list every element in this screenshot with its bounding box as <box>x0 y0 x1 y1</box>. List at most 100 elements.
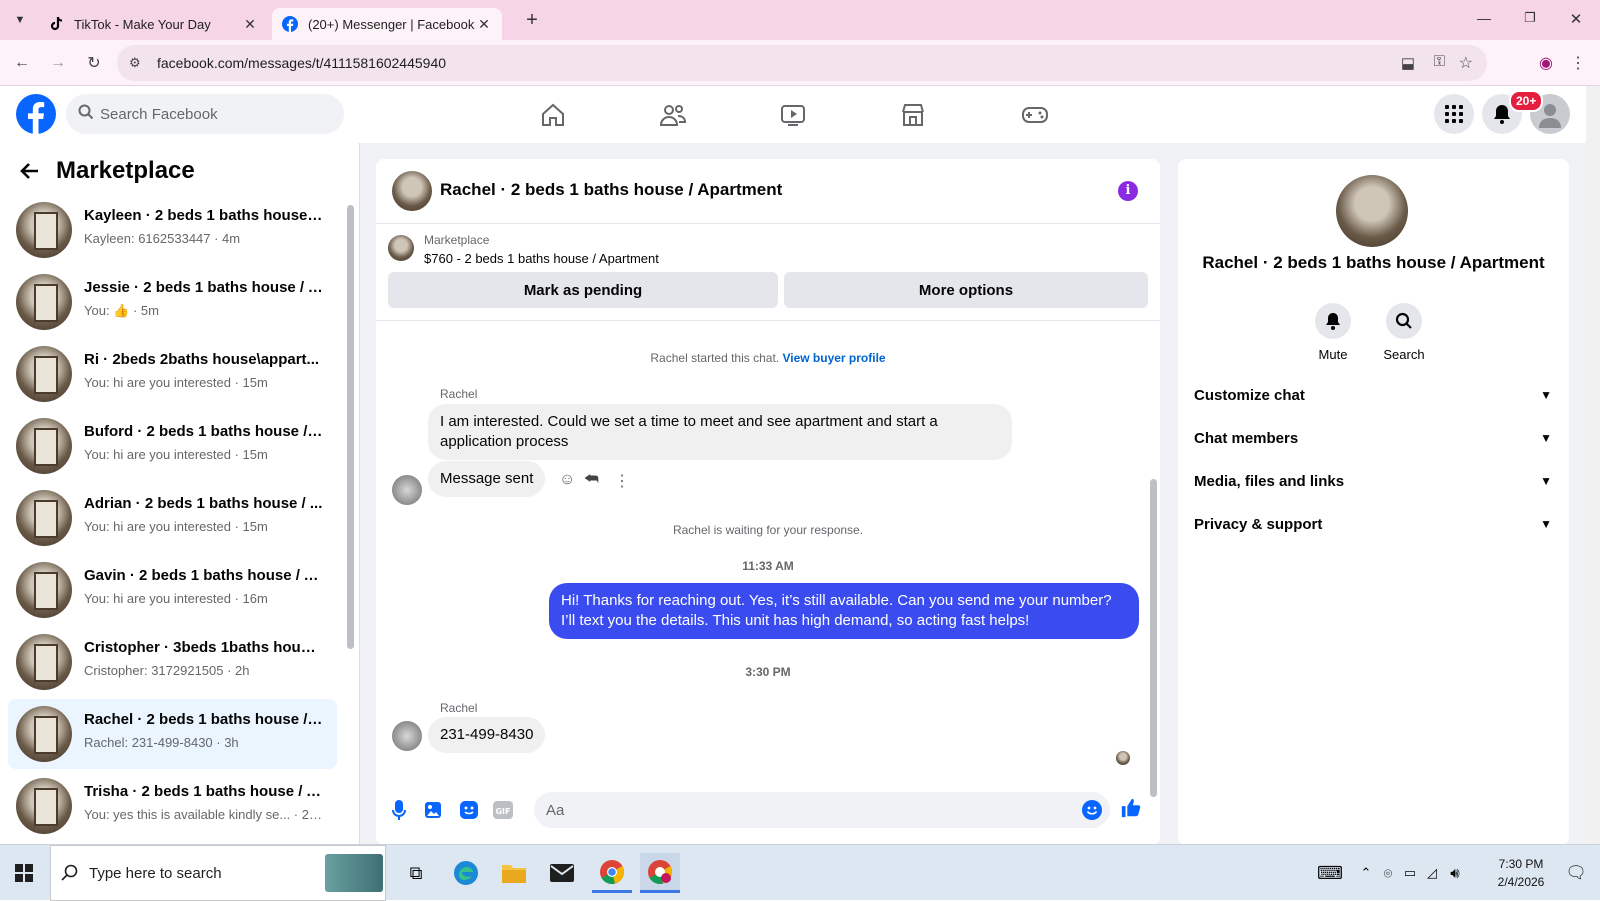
home-icon[interactable] <box>538 100 568 130</box>
chat-members-section[interactable]: Chat members ▼ <box>1194 418 1554 458</box>
bookmark-star-icon[interactable]: ☆ <box>1459 53 1473 73</box>
conversation-snippet: You: yes this is available kindly se... … <box>84 807 324 822</box>
more-options-button[interactable]: More options <box>784 272 1148 308</box>
conversation-title: Adrian · 2 beds 1 baths house / ... <box>84 495 323 512</box>
file-explorer-icon[interactable] <box>494 853 534 893</box>
conversation-item[interactable]: Rachel · 2 beds 1 baths house / ... Rache… <box>8 699 337 769</box>
chat-avatar[interactable] <box>392 171 432 211</box>
back-arrow-icon[interactable] <box>18 159 46 187</box>
windows-start-icon[interactable] <box>4 853 44 893</box>
facebook-icon <box>282 16 298 32</box>
conversation-avatar[interactable] <box>1336 175 1408 247</box>
chrome-icon[interactable] <box>592 853 632 893</box>
keyboard-icon[interactable]: ⌨ <box>1310 853 1350 893</box>
site-info-icon[interactable]: ⚙ <box>129 55 141 71</box>
view-buyer-profile-link[interactable]: View buyer profile <box>782 351 885 365</box>
apps-menu-icon[interactable] <box>1434 94 1474 134</box>
browser-menu-icon[interactable]: ⋮ <box>1566 51 1590 75</box>
install-app-icon[interactable]: ⬓ <box>1401 54 1415 72</box>
volume-icon[interactable]: 🔊︎ <box>1444 853 1466 893</box>
like-thumb-icon[interactable] <box>1120 797 1142 819</box>
conversation-item[interactable]: Jessie · 2 beds 1 baths house / A... You:… <box>8 267 337 337</box>
close-tab-icon[interactable]: ✕ <box>242 16 258 32</box>
sticker-icon[interactable] <box>458 799 480 821</box>
incoming-message[interactable]: Message sent <box>428 461 546 497</box>
tab-list-dropdown-icon[interactable]: ▼ <box>10 10 30 30</box>
forward-icon[interactable]: → <box>46 51 70 75</box>
emoji-icon[interactable] <box>1082 800 1102 824</box>
search-icon <box>78 104 94 124</box>
chrome-profile-icon[interactable] <box>640 853 680 893</box>
system-clock[interactable]: 7:30 PM 2/4/2026 <box>1486 855 1556 891</box>
sender-avatar[interactable] <box>392 475 422 505</box>
mail-icon[interactable] <box>542 853 582 893</box>
conversation-item[interactable]: Ri · 2beds 2baths house\appart... You: hi… <box>8 339 337 409</box>
react-emoji-icon[interactable]: ☺ <box>559 471 575 489</box>
search-highlights-image[interactable] <box>325 854 383 892</box>
listing-title[interactable]: $760 - 2 beds 1 baths house / Apartment <box>424 251 659 266</box>
svg-text:GIF: GIF <box>495 807 510 816</box>
marketplace-icon[interactable] <box>898 100 928 130</box>
profile-icon[interactable]: ◉ <box>1534 51 1558 75</box>
reply-icon[interactable]: ⮪ <box>584 471 599 489</box>
tab-tiktok[interactable]: TikTok - Make Your Day ✕ <box>38 8 268 40</box>
listing-thumbnail[interactable] <box>388 235 414 261</box>
sender-name: Rachel <box>440 387 478 401</box>
tab-messenger[interactable]: (20+) Messenger | Facebook ✕ <box>272 8 502 40</box>
conversation-item[interactable]: Buford · 2 beds 1 baths house / ... You: … <box>8 411 337 481</box>
reload-icon[interactable]: ↻ <box>82 51 106 75</box>
close-tab-icon[interactable]: ✕ <box>476 16 492 32</box>
microphone-icon[interactable] <box>388 799 410 821</box>
conversation-info-icon[interactable]: i <box>1118 181 1138 201</box>
conversation-item[interactable]: Adrian · 2 beds 1 baths house / ... You: … <box>8 483 337 553</box>
conversation-item[interactable]: Trisha · 2 beds 1 baths house / A... You:… <box>8 771 337 841</box>
mute-button[interactable]: Mute <box>1298 303 1368 362</box>
more-actions-icon[interactable]: ⋮ <box>614 471 630 491</box>
photo-icon[interactable] <box>422 799 444 821</box>
media-files-links-section[interactable]: Media, files and links ▼ <box>1194 461 1554 501</box>
conversation-item[interactable]: Gavin · 2 beds 1 baths house / A... You: … <box>8 555 337 625</box>
conversation-item[interactable]: Cristopher · 3beds 1baths house... Cristo… <box>8 627 337 697</box>
address-bar[interactable]: ⚙ facebook.com/messages/t/41115816024459… <box>117 45 1487 81</box>
friends-icon[interactable] <box>658 100 688 130</box>
video-icon[interactable] <box>778 100 808 130</box>
outgoing-message[interactable]: Hi! Thanks for reaching out. Yes, it’s s… <box>549 583 1139 639</box>
incoming-message[interactable]: I am interested. Could we set a time to … <box>428 404 1012 460</box>
customize-chat-section[interactable]: Customize chat ▼ <box>1194 375 1554 415</box>
message-thread: Rachel started this chat. View buyer pro… <box>376 320 1160 773</box>
taskbar-search-input[interactable]: Type here to search <box>50 845 386 901</box>
task-view-icon[interactable]: ⧉ <box>396 853 436 893</box>
chat-title[interactable]: Rachel · 2 beds 1 baths house / Apartmen… <box>440 180 782 200</box>
new-tab-button[interactable]: + <box>520 8 544 32</box>
conversation-details-panel: Rachel · 2 beds 1 baths house / Apartmen… <box>1178 159 1569 845</box>
minimize-button[interactable]: — <box>1474 10 1494 30</box>
close-window-button[interactable]: ✕ <box>1566 10 1586 30</box>
page-scrollbar[interactable] <box>1586 86 1600 844</box>
sidebar-title: Marketplace <box>56 157 195 184</box>
search-in-conversation-button[interactable]: Search <box>1369 303 1439 362</box>
windows-taskbar: Type here to search ⧉ ⌨ ⌃ ⌾ ▭ ◿ 🔊︎ 7:30 … <box>0 844 1600 901</box>
mark-as-pending-button[interactable]: Mark as pending <box>388 272 778 308</box>
facebook-search-input[interactable]: Search Facebook <box>66 94 344 134</box>
sidebar-scrollbar[interactable] <box>347 205 354 649</box>
camera-icon[interactable]: ⌾ <box>1378 853 1398 893</box>
notifications-icon[interactable]: 🗨︎ <box>1556 853 1596 893</box>
incoming-message[interactable]: 231-499-8430 <box>428 717 546 753</box>
chat-scrollbar[interactable] <box>1150 479 1157 797</box>
privacy-support-section[interactable]: Privacy & support ▼ <box>1194 504 1554 544</box>
message-input[interactable]: Aa <box>534 792 1110 828</box>
conversation-snippet: You: hi are you interested · 15m <box>84 375 268 390</box>
network-icon[interactable]: ◿ <box>1422 853 1442 893</box>
sender-avatar[interactable] <box>392 721 422 751</box>
conversation-item[interactable]: Kayleen · 2 beds 1 baths house /... Kayle… <box>8 195 337 265</box>
gaming-icon[interactable] <box>1020 100 1050 130</box>
facebook-logo[interactable] <box>16 94 56 134</box>
password-key-icon[interactable]: ⚿ <box>1434 53 1445 70</box>
back-icon[interactable]: ← <box>10 51 34 75</box>
show-hidden-icons[interactable]: ⌃ <box>1356 853 1376 893</box>
gif-icon[interactable]: GIF <box>492 799 514 821</box>
edge-icon[interactable] <box>446 853 486 893</box>
restore-button[interactable]: ❐ <box>1520 10 1540 30</box>
battery-icon[interactable]: ▭ <box>1400 853 1420 893</box>
chat-started-note: Rachel started this chat. View buyer pro… <box>650 351 886 365</box>
